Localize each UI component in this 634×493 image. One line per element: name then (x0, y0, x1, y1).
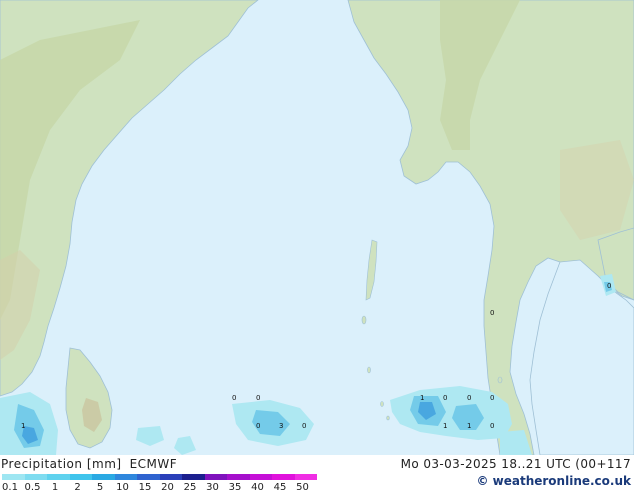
map-title: Precipitation [mm] ECMWF (1, 457, 177, 471)
legend-color-swatch (182, 474, 205, 480)
legend-tick-label: 30 (206, 482, 219, 493)
legend-color-swatch (69, 474, 92, 480)
legend-tick-label: 45 (273, 482, 287, 493)
precip-value-label: 3 (279, 422, 283, 430)
parameter-title: Precipitation [mm] (1, 457, 122, 471)
precip-value-label: 0 (256, 394, 260, 402)
precip-value-label: 0 (607, 282, 611, 290)
precip-value-label: 0 (490, 422, 494, 430)
legend-tick-label: 35 (228, 482, 242, 493)
precip-value-label: 1 (443, 422, 447, 430)
precip-value-label: 0 (467, 394, 471, 402)
legend-tick-label: 2 (74, 482, 81, 493)
precip-value-label: 0 (256, 422, 260, 430)
legend-color-swatch (92, 474, 115, 480)
legend-color-swatch (204, 474, 227, 480)
legend-color-swatch (227, 474, 250, 480)
map-footer: Precipitation [mm] ECMWF Mo 03-03-2025 18… (0, 455, 634, 493)
precip-value-label: 1 (467, 422, 471, 430)
legend-tick-label: 0.1 (2, 482, 18, 493)
valid-time: Mo 03-03-2025 18..21 UTC (00+117 (400, 457, 631, 471)
legend-tick-label: 10 (116, 482, 129, 493)
legend-tick-label: 0.5 (24, 482, 41, 493)
legend-tick-label: 20 (161, 482, 174, 493)
legend-color-swatch (47, 474, 70, 480)
legend-tick-label: 40 (251, 482, 264, 493)
legend-color-swatch (114, 474, 137, 480)
precip-value-label: 0 (302, 422, 306, 430)
legend-color-swatch (294, 474, 317, 480)
legend-color-swatch (137, 474, 160, 480)
model-name: ECMWF (129, 457, 178, 471)
legend-color-swatch (24, 474, 47, 480)
legend-color-swatch (159, 474, 182, 480)
legend-color-bar (2, 474, 317, 480)
legend-tick-label: 50 (296, 482, 309, 493)
legend-tick-label: 5 (96, 482, 104, 493)
map-canvas: 1 0 0 0 3 0 1 0 0 0 1 1 0 0 0 (0, 0, 634, 455)
legend-color-swatch (272, 474, 295, 480)
copyright-credit[interactable]: © weatheronline.co.uk (476, 474, 631, 488)
legend-tick-label: 15 (138, 482, 152, 493)
precip-value-label: 0 (490, 394, 494, 402)
precip-value-label: 0 (232, 394, 236, 402)
legend-tick-label: 25 (183, 482, 197, 493)
precip-value-label: 1 (420, 394, 424, 402)
precip-value-label: 0 (490, 309, 494, 317)
color-legend: 0.1 0.5 1 2 5 10 15 20 25 30 35 40 45 50 (0, 473, 330, 493)
legend-tick-label: 1 (51, 482, 59, 493)
precip-value-label: 1 (21, 422, 25, 430)
precip-value-label: 0 (443, 394, 447, 402)
legend-color-swatch (249, 474, 272, 480)
legend-color-swatch (2, 474, 25, 480)
precipitation-map[interactable]: 1 0 0 0 3 0 1 0 0 0 1 1 0 0 0 (0, 0, 634, 455)
